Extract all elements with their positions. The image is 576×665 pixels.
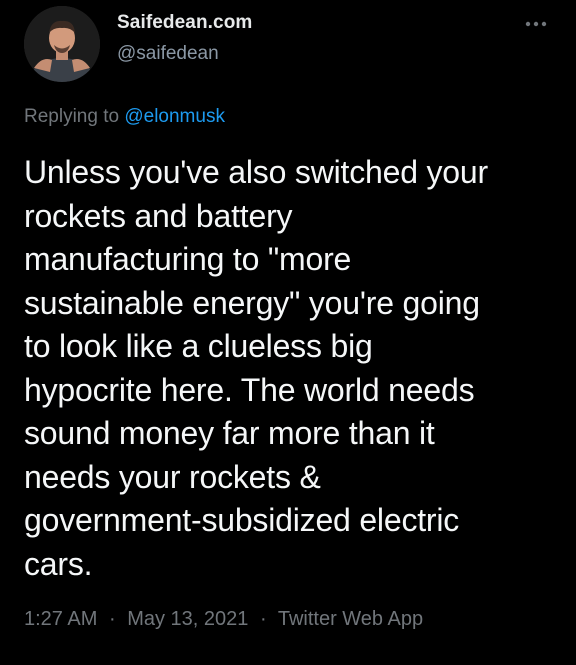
more-horizontal-icon[interactable] (520, 14, 552, 34)
tweet-text-line: to look like a clueless big (24, 328, 373, 364)
tweet-metadata: 1:27 AM · May 13, 2021 · Twitter Web App (24, 608, 423, 631)
tweet-text: Unless you've also switched your rockets… (24, 151, 559, 586)
tweet-time[interactable]: 1:27 AM (24, 608, 97, 630)
tweet-text-line: sustainable energy" you're going (24, 284, 480, 321)
tweet-text-line: hypocrite here. The world needs (24, 371, 475, 408)
meta-separator: · (108, 608, 116, 630)
tweet-card: Saifedean.com @saifedean Replying to @el… (0, 0, 576, 665)
replying-to-line: Replying to @elonmusk (24, 106, 225, 128)
tweet-text-line: cars. (24, 545, 93, 582)
tweet-text-line: needs your rockets & (24, 458, 321, 495)
tweet-text-line: rockets and battery (24, 197, 293, 234)
profile-photo-icon[interactable] (24, 6, 100, 82)
author-handle[interactable]: @saifedean (117, 43, 219, 65)
tweet-source[interactable]: Twitter Web App (278, 608, 423, 630)
tweet-date[interactable]: May 13, 2021 (127, 608, 248, 630)
tweet-text-line: manufacturing to "more (24, 241, 352, 277)
author-display-name[interactable]: Saifedean.com (117, 12, 252, 34)
replying-to-label: Replying to (24, 106, 120, 127)
meta-separator: · (259, 608, 267, 630)
tweet-text-line: sound money far more than it (24, 415, 435, 451)
mention-link[interactable]: @elonmusk (124, 106, 225, 127)
tweet-text-line: Unless you've also switched your (24, 154, 488, 190)
tweet-text-line: government-subsidized electric (24, 502, 460, 538)
